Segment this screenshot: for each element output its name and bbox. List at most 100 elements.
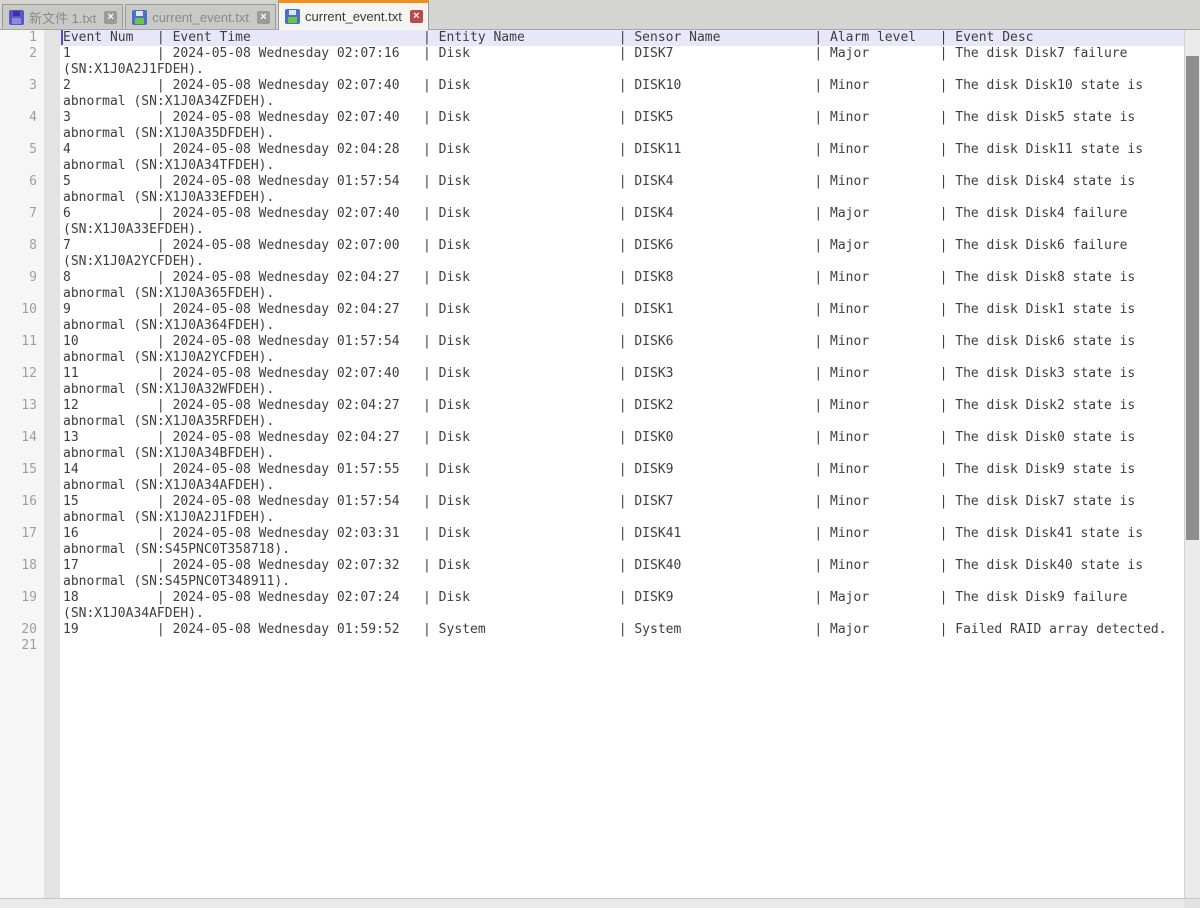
- bookmark-margin[interactable]: [44, 174, 60, 206]
- bookmark-margin[interactable]: [44, 622, 60, 638]
- editor-line: 11 10 | 2024-05-08 Wednesday 01:57:54 | D…: [0, 334, 1184, 366]
- floppy-disk-icon: [285, 9, 300, 24]
- editor-line: 15 14 | 2024-05-08 Wednesday 01:57:55 | D…: [0, 462, 1184, 494]
- editor-main: 1Event Num | Event Time | Entity Name | …: [0, 30, 1200, 898]
- line-text[interactable]: 13 | 2024-05-08 Wednesday 02:04:27 | Dis…: [60, 430, 1184, 462]
- editor-line: 21 | 2024-05-08 Wednesday 02:07:16 | Dis…: [0, 46, 1184, 78]
- bookmark-margin[interactable]: [44, 430, 60, 462]
- line-number: 16: [0, 494, 44, 526]
- text-caret: [61, 30, 63, 45]
- line-text[interactable]: 18 | 2024-05-08 Wednesday 02:07:24 | Dis…: [60, 590, 1184, 622]
- editor-line: 12 11 | 2024-05-08 Wednesday 02:07:40 | D…: [0, 366, 1184, 398]
- bookmark-margin[interactable]: [44, 398, 60, 430]
- line-text[interactable]: 10 | 2024-05-08 Wednesday 01:57:54 | Dis…: [60, 334, 1184, 366]
- line-number: 9: [0, 270, 44, 302]
- line-text[interactable]: 17 | 2024-05-08 Wednesday 02:07:32 | Dis…: [60, 558, 1184, 590]
- tab-current-event-2-active[interactable]: current_event.txt ×: [278, 0, 429, 30]
- editor-line: 13 12 | 2024-05-08 Wednesday 02:04:27 | D…: [0, 398, 1184, 430]
- bookmark-margin[interactable]: [44, 334, 60, 366]
- bookmark-margin[interactable]: [44, 142, 60, 174]
- editor-line: 16 15 | 2024-05-08 Wednesday 01:57:54 | D…: [0, 494, 1184, 526]
- bookmark-margin[interactable]: [44, 270, 60, 302]
- bookmark-margin[interactable]: [44, 526, 60, 558]
- line-text[interactable]: 19 | 2024-05-08 Wednesday 01:59:52 | Sys…: [60, 622, 1184, 638]
- vertical-scrollbar-thumb[interactable]: [1186, 56, 1199, 540]
- line-text[interactable]: 12 | 2024-05-08 Wednesday 02:04:27 | Dis…: [60, 398, 1184, 430]
- line-number: 20: [0, 622, 44, 638]
- bookmark-margin[interactable]: [44, 638, 60, 654]
- tab-new-file-1[interactable]: 新文件 1.txt ×: [2, 4, 123, 29]
- line-number: 21: [0, 638, 44, 654]
- tab-title: current_event.txt: [305, 9, 402, 24]
- line-text[interactable]: 2 | 2024-05-08 Wednesday 02:07:40 | Disk…: [60, 78, 1184, 110]
- bookmark-margin[interactable]: [44, 46, 60, 78]
- tab-title: current_event.txt: [152, 10, 249, 25]
- line-text[interactable]: 8 | 2024-05-08 Wednesday 02:04:27 | Disk…: [60, 270, 1184, 302]
- bookmark-margin[interactable]: [44, 366, 60, 398]
- bookmark-margin[interactable]: [44, 302, 60, 334]
- editor-line: 9 8 | 2024-05-08 Wednesday 02:04:27 | Dis…: [0, 270, 1184, 302]
- bookmark-margin[interactable]: [44, 238, 60, 270]
- editor-line: 1Event Num | Event Time | Entity Name | …: [0, 30, 1184, 46]
- line-number: 11: [0, 334, 44, 366]
- bookmark-margin[interactable]: [44, 494, 60, 526]
- line-number: 5: [0, 142, 44, 174]
- line-number: 12: [0, 366, 44, 398]
- tab-bar: 新文件 1.txt × current_event.txt × current_…: [0, 0, 1200, 30]
- line-text[interactable]: 3 | 2024-05-08 Wednesday 02:07:40 | Disk…: [60, 110, 1184, 142]
- editor-window: 新文件 1.txt × current_event.txt × current_…: [0, 0, 1200, 908]
- line-number: 19: [0, 590, 44, 622]
- line-text[interactable]: Event Num | Event Time | Entity Name | S…: [60, 30, 1184, 46]
- editor-line: 76 | 2024-05-08 Wednesday 02:07:40 | Dis…: [0, 206, 1184, 238]
- tab-current-event-1[interactable]: current_event.txt ×: [125, 4, 276, 29]
- editor-line: 21: [0, 638, 1184, 654]
- editor-line: 18 17 | 2024-05-08 Wednesday 02:07:32 | D…: [0, 558, 1184, 590]
- line-text[interactable]: 14 | 2024-05-08 Wednesday 01:57:55 | Dis…: [60, 462, 1184, 494]
- line-text[interactable]: 7 | 2024-05-08 Wednesday 02:07:00 | Disk…: [60, 238, 1184, 270]
- editor-line: 4 3 | 2024-05-08 Wednesday 02:07:40 | Dis…: [0, 110, 1184, 142]
- line-number: 10: [0, 302, 44, 334]
- line-text[interactable]: 4 | 2024-05-08 Wednesday 02:04:28 | Disk…: [60, 142, 1184, 174]
- bookmark-margin[interactable]: [44, 110, 60, 142]
- line-number: 8: [0, 238, 44, 270]
- bookmark-margin[interactable]: [44, 206, 60, 238]
- bookmark-margin[interactable]: [44, 590, 60, 622]
- line-number: 13: [0, 398, 44, 430]
- line-number: 3: [0, 78, 44, 110]
- line-text[interactable]: 11 | 2024-05-08 Wednesday 02:07:40 | Dis…: [60, 366, 1184, 398]
- bookmark-margin[interactable]: [44, 78, 60, 110]
- floppy-disk-icon: [132, 10, 147, 25]
- close-icon[interactable]: ×: [104, 11, 117, 24]
- line-number: 6: [0, 174, 44, 206]
- bookmark-margin[interactable]: [44, 462, 60, 494]
- line-text[interactable]: 1 | 2024-05-08 Wednesday 02:07:16 | Disk…: [60, 46, 1184, 78]
- editor-line: 5 4 | 2024-05-08 Wednesday 02:04:28 | Dis…: [0, 142, 1184, 174]
- floppy-disk-icon: [9, 10, 24, 25]
- line-text[interactable]: 9 | 2024-05-08 Wednesday 02:04:27 | Disk…: [60, 302, 1184, 334]
- horizontal-scrollbar[interactable]: [0, 899, 1184, 908]
- editor-line: 20 19 | 2024-05-08 Wednesday 01:59:52 | S…: [0, 622, 1184, 638]
- vertical-scrollbar[interactable]: [1184, 30, 1200, 898]
- text-editor-area[interactable]: 1Event Num | Event Time | Entity Name | …: [0, 30, 1184, 898]
- editor-line: 3 2 | 2024-05-08 Wednesday 02:07:40 | Dis…: [0, 78, 1184, 110]
- editor-line: 19 18 | 2024-05-08 Wednesday 02:07:24 | D…: [0, 590, 1184, 622]
- line-text[interactable]: 16 | 2024-05-08 Wednesday 02:03:31 | Dis…: [60, 526, 1184, 558]
- editor-line: 14 13 | 2024-05-08 Wednesday 02:04:27 | D…: [0, 430, 1184, 462]
- close-icon[interactable]: ×: [257, 11, 270, 24]
- line-text[interactable]: 15 | 2024-05-08 Wednesday 01:57:54 | Dis…: [60, 494, 1184, 526]
- bottom-bar: [0, 898, 1200, 908]
- line-number: 4: [0, 110, 44, 142]
- line-number: 15: [0, 462, 44, 494]
- close-icon[interactable]: ×: [410, 10, 423, 23]
- editor-line: 8 7 | 2024-05-08 Wednesday 02:07:00 | Dis…: [0, 238, 1184, 270]
- line-text[interactable]: 6 | 2024-05-08 Wednesday 02:07:40 | Disk…: [60, 206, 1184, 238]
- line-number: 18: [0, 558, 44, 590]
- scrollbar-corner: [1184, 899, 1200, 908]
- tab-title: 新文件 1.txt: [29, 8, 96, 27]
- bookmark-margin[interactable]: [44, 558, 60, 590]
- line-number: 14: [0, 430, 44, 462]
- bookmark-margin[interactable]: [44, 30, 60, 46]
- line-text[interactable]: [60, 638, 1184, 654]
- editor-line: 6 5 | 2024-05-08 Wednesday 01:57:54 | Dis…: [0, 174, 1184, 206]
- line-text[interactable]: 5 | 2024-05-08 Wednesday 01:57:54 | Disk…: [60, 174, 1184, 206]
